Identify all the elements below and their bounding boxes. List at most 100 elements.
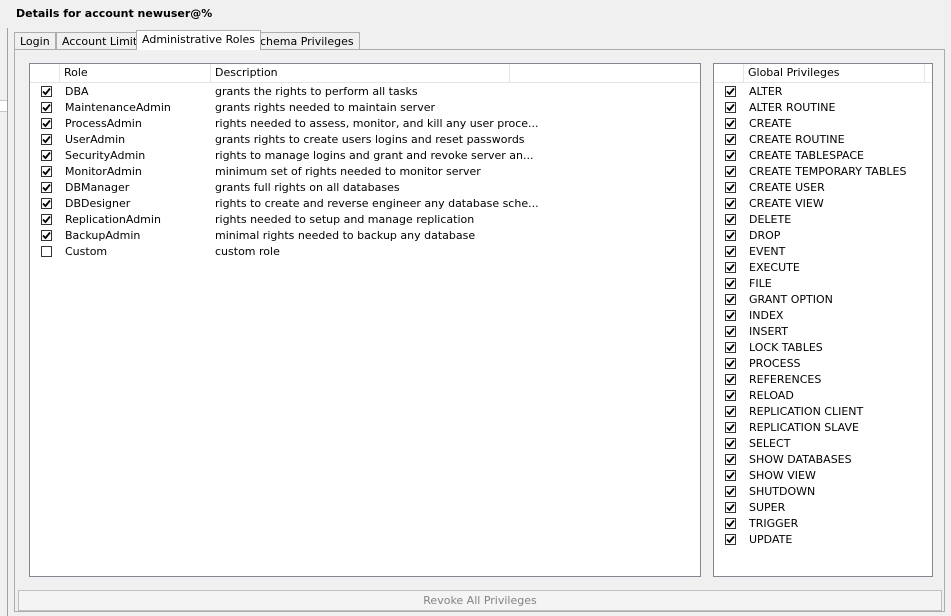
checkbox-column-header[interactable] [30,64,60,82]
privilege-row[interactable]: PROCESS [714,356,932,372]
checkbox[interactable] [725,182,736,193]
checkbox[interactable] [41,214,52,225]
checkbox[interactable] [725,246,736,257]
checkbox[interactable] [725,534,736,545]
checkbox[interactable] [725,102,736,113]
checkbox[interactable] [41,230,52,241]
privilege-row[interactable]: CREATE [714,116,932,132]
checkbox[interactable] [725,294,736,305]
revoke-all-privileges-button[interactable]: Revoke All Privileges [18,590,942,611]
description-column-header[interactable]: Description [211,64,510,82]
role-row[interactable]: BackupAdmin minimal rights needed to back… [30,228,700,244]
privilege-label: GRANT OPTION [749,293,833,306]
privilege-row[interactable]: SHOW VIEW [714,468,932,484]
checkbox[interactable] [725,134,736,145]
roles-list[interactable]: Role Description DBA grants the rights to… [29,63,701,577]
checkbox[interactable] [725,390,736,401]
checkbox[interactable] [41,182,52,193]
privilege-label: EXECUTE [749,261,800,274]
privilege-row[interactable]: RELOAD [714,388,932,404]
privilege-row[interactable]: SHUTDOWN [714,484,932,500]
tab-login[interactable]: Login [14,32,56,49]
checkbox[interactable] [41,198,52,209]
privilege-row[interactable]: LOCK TABLES [714,340,932,356]
checkmark-icon [42,151,51,160]
checkbox[interactable] [41,134,52,145]
global-privileges-column-header[interactable]: Global Privileges [744,64,925,82]
privilege-row[interactable]: SUPER [714,500,932,516]
privilege-row[interactable]: DROP [714,228,932,244]
privilege-row[interactable]: TRIGGER [714,516,932,532]
privilege-row[interactable]: CREATE TEMPORARY TABLES [714,164,932,180]
role-row[interactable]: MaintenanceAdmin grants rights needed to … [30,100,700,116]
checkbox[interactable] [725,502,736,513]
privilege-row[interactable]: ALTER ROUTINE [714,100,932,116]
checkbox[interactable] [725,150,736,161]
privilege-row[interactable]: REFERENCES [714,372,932,388]
checkbox[interactable] [41,246,52,257]
checkbox[interactable] [725,326,736,337]
privilege-row[interactable]: CREATE VIEW [714,196,932,212]
privilege-row[interactable]: FILE [714,276,932,292]
privilege-row[interactable]: EXECUTE [714,260,932,276]
checkbox[interactable] [725,198,736,209]
checkbox[interactable] [41,150,52,161]
checkbox[interactable] [725,518,736,529]
checkbox[interactable] [725,310,736,321]
role-row[interactable]: MonitorAdmin minimum set of rights needed… [30,164,700,180]
checkbox[interactable] [725,438,736,449]
checkbox[interactable] [41,86,52,97]
role-name: DBA [65,85,89,98]
checkbox[interactable] [725,422,736,433]
checkbox[interactable] [725,118,736,129]
privilege-row[interactable]: CREATE ROUTINE [714,132,932,148]
tab-schema-privileges[interactable]: Schema Privileges [247,32,360,49]
role-row[interactable]: ReplicationAdmin rights needed to setup a… [30,212,700,228]
checkbox[interactable] [725,230,736,241]
checkbox[interactable] [725,278,736,289]
privilege-row[interactable]: EVENT [714,244,932,260]
checkbox[interactable] [41,118,52,129]
checkbox[interactable] [725,262,736,273]
privilege-row[interactable]: DELETE [714,212,932,228]
checkbox[interactable] [725,342,736,353]
role-row[interactable]: DBManager grants full rights on all datab… [30,180,700,196]
role-row[interactable]: DBA grants the rights to perform all task… [30,84,700,100]
checkbox[interactable] [725,214,736,225]
checkbox[interactable] [41,102,52,113]
checkbox[interactable] [725,358,736,369]
privilege-row[interactable]: REPLICATION SLAVE [714,420,932,436]
privilege-row[interactable]: REPLICATION CLIENT [714,404,932,420]
global-privileges-list[interactable]: Global Privileges ALTER ALTER ROUTINE CREA… [713,63,933,577]
checkbox[interactable] [41,166,52,177]
role-row[interactable]: DBDesigner rights to create and reverse e… [30,196,700,212]
privilege-row[interactable]: INSERT [714,324,932,340]
role-description: rights needed to assess, monitor, and ki… [215,117,539,130]
checkmark-icon [726,263,735,272]
privilege-row[interactable]: INDEX [714,308,932,324]
privilege-row[interactable]: CREATE USER [714,180,932,196]
checkbox[interactable] [725,374,736,385]
checkbox-column-header[interactable] [714,64,744,82]
privilege-row[interactable]: GRANT OPTION [714,292,932,308]
role-column-header[interactable]: Role [60,64,211,82]
checkbox[interactable] [725,86,736,97]
tab-account-limits[interactable]: Account Limits [56,32,149,49]
privilege-row[interactable]: ALTER [714,84,932,100]
privilege-row[interactable]: SELECT [714,436,932,452]
role-row[interactable]: Custom custom role [30,244,700,260]
privilege-row[interactable]: UPDATE [714,532,932,548]
privilege-row[interactable]: CREATE TABLESPACE [714,148,932,164]
checkmark-icon [42,119,51,128]
privilege-label: UPDATE [749,533,793,546]
checkbox[interactable] [725,406,736,417]
checkbox[interactable] [725,470,736,481]
privilege-row[interactable]: SHOW DATABASES [714,452,932,468]
checkbox[interactable] [725,486,736,497]
checkbox[interactable] [725,166,736,177]
role-row[interactable]: UserAdmin grants rights to create users l… [30,132,700,148]
role-row[interactable]: SecurityAdmin rights to manage logins and… [30,148,700,164]
checkbox[interactable] [725,454,736,465]
role-row[interactable]: ProcessAdmin rights needed to assess, mon… [30,116,700,132]
tab-administrative-roles[interactable]: Administrative Roles [136,30,261,50]
